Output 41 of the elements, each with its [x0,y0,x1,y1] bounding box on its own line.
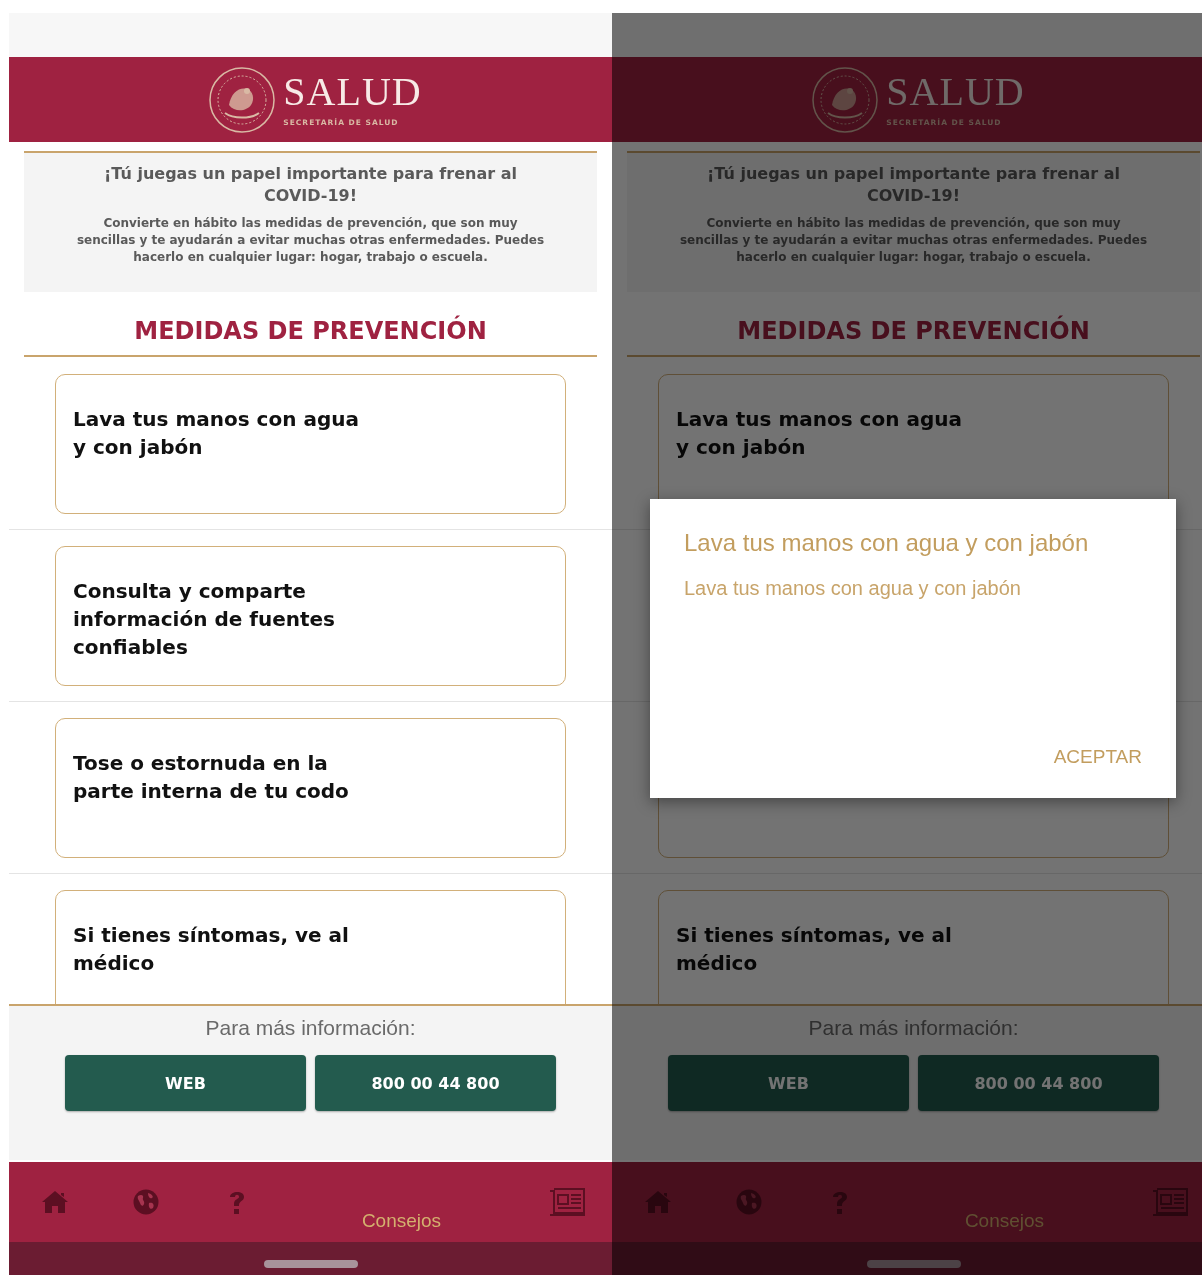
intro-heading: ¡Tú juegas un papel importante para frenar al COVID-19! [103,163,518,207]
nav-tab[interactable]: Consejos [361,1210,442,1232]
intro-text: Convierte en hábito las medidas de prevención, que son muy sencillas y te ayudarán a evitar muchas otras enfermedades. Puedes hacerlo en cualquier lugar: hogar, trabajo o escuela. [75,215,546,266]
contact-button[interactable]: WEB [65,1055,306,1111]
help-icon[interactable] [830,1189,849,1215]
home-icon[interactable] [643,1190,672,1214]
info-label: Para más información: [205,1016,416,1040]
help-icon[interactable] [227,1189,246,1215]
tip-text: Consulta y comparte información de fuentes confiables [73,578,336,661]
contact-button[interactable]: 800 00 44 800 [918,1055,1159,1111]
contact-button[interactable]: 800 00 44 800 [315,1055,556,1111]
newspaper-icon[interactable] [1151,1188,1188,1216]
home-indicator[interactable] [263,1260,358,1268]
accept-button[interactable]: ACEPTAR [1053,740,1142,774]
tip-card[interactable]: Si tienes síntomas, ve al médico [55,890,566,1004]
section-title: MEDIDAS DE PREVENCIÓN [737,317,1090,345]
tip-text: Tose o estornuda en la parte interna de tu codo [73,750,350,805]
logo-title: SALUD [283,72,422,112]
tip-text: Si tienes síntomas, ve al médico [73,922,350,977]
contact-button[interactable]: WEB [668,1055,909,1111]
newspaper-icon[interactable] [548,1188,585,1216]
tip-card[interactable]: Consulta y comparte información de fuentes confiables [55,546,566,686]
dialog-title: Lava tus manos con agua y con jabón [684,529,1090,557]
globe-icon[interactable] [132,1189,159,1215]
section-title: MEDIDAS DE PREVENCIÓN [134,317,487,345]
emblem-icon [209,66,276,133]
tip-card[interactable]: Si tienes síntomas, ve al médico [658,890,1169,1004]
dialog-message: Lava tus manos con agua y con jabón [684,577,1022,601]
logo-title: SALUD [886,72,1025,112]
tip-text: Lava tus manos con agua y con jabón [676,406,963,461]
globe-icon[interactable] [735,1189,762,1215]
info-label: Para más información: [808,1016,1019,1040]
emblem-icon [812,66,879,133]
intro-text: Convierte en hábito las medidas de prevención, que son muy sencillas y te ayudarán a evitar muchas otras enfermedades. Puedes hacerlo en cualquier lugar: hogar, trabajo o escuela. [678,215,1149,266]
tip-text: Lava tus manos con agua y con jabón [73,406,360,461]
home-indicator[interactable] [866,1260,961,1268]
tip-card[interactable]: Tose o estornuda en la parte interna de tu codo [55,718,566,858]
tip-card[interactable]: Lava tus manos con agua y con jabón [55,374,566,514]
home-icon[interactable] [40,1190,69,1214]
intro-heading: ¡Tú juegas un papel importante para frenar al COVID-19! [706,163,1121,207]
tip-text: Si tienes síntomas, ve al médico [676,922,953,977]
